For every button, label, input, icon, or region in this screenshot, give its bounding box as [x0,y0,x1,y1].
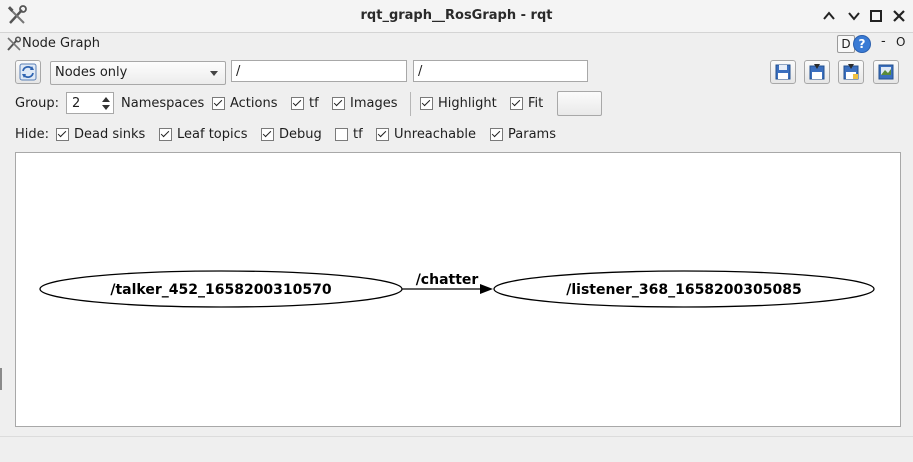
refresh-button[interactable] [15,60,41,84]
chatter-edge-label: /chatter [416,272,479,288]
arrowhead-icon [480,284,493,294]
fit-label: Fit [528,96,544,111]
hide-label: Hide: [15,127,50,142]
close-plugin-button[interactable]: O [896,35,905,49]
params-checkbox[interactable] [490,128,503,141]
talker-node-label: /talker_452_1658200310570 [110,282,332,298]
minimize-plugin-button[interactable]: - [881,34,886,49]
dead-sinks-label: Dead sinks [74,127,146,142]
filter-mode-value: Nodes only [55,65,128,80]
fit-in-view-button[interactable] [557,91,602,116]
unreachable-label: Unreachable [394,127,476,142]
params-label: Params [508,127,556,142]
images-label: Images [350,96,398,111]
separator [410,92,411,116]
close-icon[interactable] [892,9,906,23]
plugin-title: Node Graph [22,36,100,51]
chevron-up-icon[interactable] [822,9,836,23]
tools-icon [7,36,22,51]
save-svg-button[interactable] [838,60,864,84]
talker-node[interactable]: /talker_452_1658200310570 [39,270,403,308]
namespace-filter-input[interactable] [231,60,407,82]
load-dot-icon [775,64,791,80]
group-spinbox[interactable]: 2 [66,92,114,114]
highlight-checkbox[interactable] [420,97,433,110]
tf-checkbox[interactable] [291,97,304,110]
window-title: rqt_graph__RosGraph - rqt [360,8,553,23]
graph-view: /talker_452_1658200310570 /chatter /list… [39,270,875,308]
debug-checkbox[interactable] [261,128,274,141]
debug-label: Debug [279,127,322,142]
maximize-icon[interactable] [869,9,883,23]
plugin-bar: Node Graph D ? - O [0,33,913,55]
save-image-icon [878,64,894,80]
status-divider [0,436,913,437]
namespaces-checkbox[interactable] [212,97,225,110]
resize-handle[interactable] [0,368,2,390]
chevron-down-icon[interactable] [847,9,861,23]
spin-down-icon[interactable] [102,105,110,110]
filter-mode-select[interactable]: Nodes only [50,61,226,85]
title-bar: rqt_graph__RosGraph - rqt [0,0,913,33]
hide-tf-checkbox[interactable] [335,128,348,141]
save-dot-button[interactable] [804,60,830,84]
unreachable-checkbox[interactable] [376,128,389,141]
group-value: 2 [72,96,81,111]
chatter-edge[interactable]: /chatter [402,272,493,294]
leaf-topics-checkbox[interactable] [159,128,172,141]
fit-checkbox[interactable] [510,97,523,110]
save-dot-icon [809,64,825,80]
load-dot-button[interactable] [770,60,796,84]
leaf-topics-label: Leaf topics [177,127,248,142]
actions-label: Actions [230,96,278,111]
topic-filter-input[interactable] [413,60,588,82]
listener-node-label: /listener_368_1658200305085 [566,282,801,298]
refresh-icon [19,63,37,81]
dead-sinks-checkbox[interactable] [56,128,69,141]
save-image-button[interactable] [873,60,899,84]
hide-tf-label: tf [353,127,363,142]
group-label: Group: [15,96,59,111]
highlight-label: Highlight [438,96,497,111]
save-svg-icon [843,64,859,80]
help-button[interactable]: ? [853,35,871,53]
listener-node[interactable]: /listener_368_1658200305085 [493,270,875,308]
images-checkbox[interactable] [332,97,345,110]
tf-label: tf [309,96,319,111]
graph-canvas[interactable]: /talker_452_1658200310570 /chatter /list… [15,152,901,427]
namespaces-label: Namespaces [121,96,205,111]
spin-up-icon[interactable] [102,97,110,102]
chevron-down-icon [210,71,218,76]
